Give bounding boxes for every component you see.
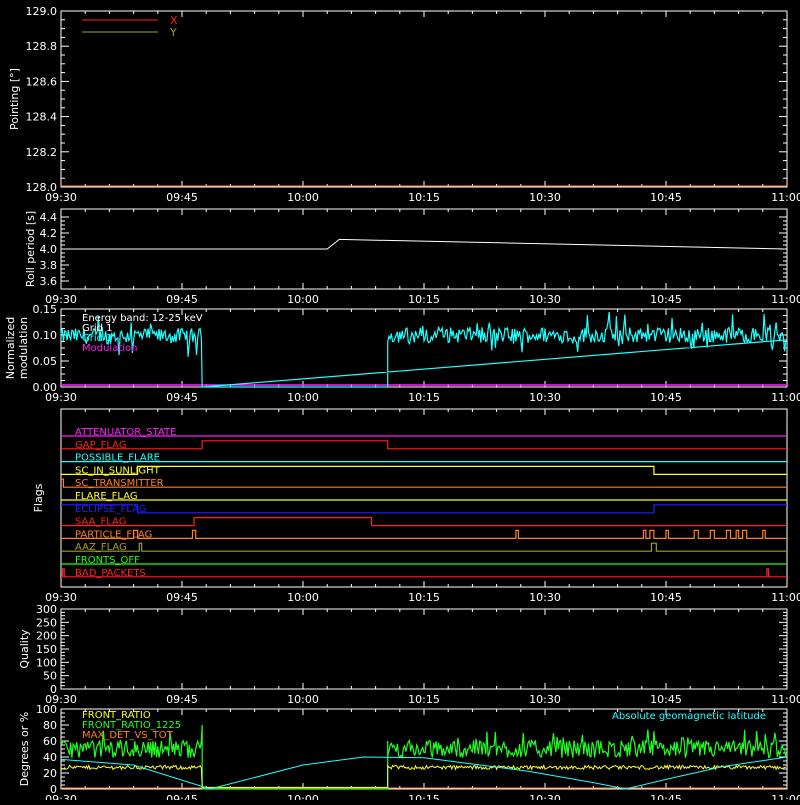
ratios-ytick-label: 0 <box>50 783 57 796</box>
flags-xtick-label: 10:30 <box>529 591 561 604</box>
quality-xtick-label: 09:45 <box>166 693 198 706</box>
flags-xtick-label: 10:45 <box>650 591 682 604</box>
pointing-ytick-label: 128.6 <box>26 75 58 88</box>
pointing-xtick-label: 10:15 <box>408 191 440 204</box>
flags-xtick-label: 09:45 <box>166 591 198 604</box>
quality-ytick-label: 300 <box>36 603 57 616</box>
roll-xtick-label: 10:45 <box>650 293 682 306</box>
ratios-xtick-label: 10:30 <box>529 793 561 800</box>
quality-frame <box>60 608 788 690</box>
quality-ytick-label: 50 <box>43 670 57 683</box>
modulation-ytick-label: 0.05 <box>33 355 58 368</box>
flag-line-sc-in-sunlight <box>61 465 787 475</box>
pointing-ytick-label: 129.0 <box>26 5 58 18</box>
flag-line-particle-flag <box>61 529 787 539</box>
flag-line-aaz-flag <box>61 542 787 552</box>
ratios-legend-2: MAX_DET_VS_TOT <box>82 730 174 741</box>
quality-xtick-label: 10:00 <box>287 693 319 706</box>
modulation-ytick-label: 0.15 <box>33 303 58 316</box>
flag-label-particle-flag: PARTICLE_FLAG <box>75 529 152 540</box>
ratios-xtick-label: 09:45 <box>166 793 198 800</box>
flag-label-sc-transmitter: SC_TRANSMITTER <box>75 478 164 489</box>
quality-xtick-label: 10:15 <box>408 693 440 706</box>
quality-ytick-label: 200 <box>36 630 57 643</box>
flag-label-aaz-flag: AAZ_FLAG <box>75 542 127 553</box>
flag-line-gap-flag <box>61 440 787 450</box>
modulation-xtick-label: 10:00 <box>287 391 319 404</box>
modulation-xtick-label: 10:30 <box>529 391 561 404</box>
flag-label-saa-flag: SAA_FLAG <box>75 517 126 528</box>
flag-line-saa-flag <box>61 517 787 527</box>
flag-label-sc-in-sunlight: SC_IN_SUNLIGHT <box>75 465 161 476</box>
pointing-ytick-label: 128.2 <box>26 146 58 159</box>
flags-xtick-label: 11:00 <box>771 591 800 604</box>
ratios-ytick-label: 80 <box>43 719 57 732</box>
pointing-xtick-label: 10:00 <box>287 191 319 204</box>
flag-label-gap-flag: GAP_FLAG <box>75 440 127 451</box>
pointing-xtick-label: 10:45 <box>650 191 682 204</box>
pointing-xtick-label: 10:30 <box>529 191 561 204</box>
quality-ylabel: Quality <box>18 629 31 669</box>
roll-ytick-label: 4.0 <box>40 243 58 256</box>
roll-xtick-label: 09:45 <box>166 293 198 306</box>
roll-xtick-label: 10:30 <box>529 293 561 306</box>
roll-xtick-label: 10:00 <box>287 293 319 306</box>
ratios-xtick-label: 10:15 <box>408 793 440 800</box>
quality-xtick-label: 10:45 <box>650 693 682 706</box>
flag-label-attenuator-state: ATTENUATOR_STATE <box>75 427 176 438</box>
ratios-xtick-label: 10:45 <box>650 793 682 800</box>
ratios-ytick-label: 40 <box>43 751 57 764</box>
roll-ytick-label: 4.4 <box>40 211 58 224</box>
modulation-xtick-label: 10:15 <box>408 391 440 404</box>
modulation-ytick-label: 0.10 <box>33 329 58 342</box>
quality-xtick-label: 10:30 <box>529 693 561 706</box>
ratios-ytick-label: 20 <box>43 767 57 780</box>
flag-label-flare-flag: FLARE_FLAG <box>75 491 138 502</box>
ratios-xtick-label: 10:00 <box>287 793 319 800</box>
flag-label-bad-packets: BAD_PACKETS <box>75 568 146 579</box>
hessi-summary-plot: 09:30 09:45 10:00 10:15 10:30 10:45 11:00 128.0… <box>0 0 800 805</box>
flag-line-sc-transmitter <box>61 478 787 488</box>
flags-xtick-label: 10:00 <box>287 591 319 604</box>
modulation-xtick-label: 09:45 <box>166 391 198 404</box>
quality-ytick-label: 100 <box>36 656 57 669</box>
pointing-xtick-label: 11:00 <box>771 191 800 204</box>
flag-label-eclipse-flag: ECLIPSE_FLAG <box>75 504 146 515</box>
modulation-ytick-label: 0.00 <box>33 381 58 394</box>
pointing-ytick-label: 128.0 <box>26 181 58 194</box>
modulation-ylabel-2: modulation <box>17 317 30 379</box>
modulation-annotation-3: Modulation <box>82 343 138 354</box>
ratios-xtick-label: 11:00 <box>771 793 800 800</box>
roll-ylabel: Roll period [s] <box>24 211 37 287</box>
ratios-ylabel: Degrees or % <box>18 712 31 786</box>
quality-xtick-label: 11:00 <box>771 693 800 706</box>
quality-ytick-label: 250 <box>36 616 57 629</box>
ratios-ytick-label: 60 <box>43 735 57 748</box>
roll-xtick-label: 10:15 <box>408 293 440 306</box>
modulation-xtick-label: 10:45 <box>650 391 682 404</box>
roll-ytick-label: 4.2 <box>40 227 58 240</box>
roll-ytick-label: 3.6 <box>40 275 58 288</box>
flag-line-eclipse-flag <box>61 504 787 514</box>
modulation-xtick-label: 11:00 <box>771 391 800 404</box>
pointing-ytick-label: 128.8 <box>26 40 58 53</box>
flags-xtick-label: 10:15 <box>408 591 440 604</box>
ratios-ytick-label: 100 <box>36 703 57 716</box>
roll-xtick-label: 11:00 <box>771 293 800 306</box>
roll-period-line <box>61 238 788 250</box>
pointing-ytick-label: 128.4 <box>26 111 58 124</box>
quality-ytick-label: 0 <box>50 683 57 696</box>
summary-chart: 09:30 09:45 10:00 10:15 10:30 10:45 11:00128.0… <box>4 5 800 805</box>
flag-line-bad-packets <box>61 568 787 578</box>
flag-label-fronts-off: FRONTS_OFF <box>75 555 140 566</box>
flags-ylabel: Flags <box>32 483 45 512</box>
ratios-legend-latitude: Absolute geomagnetic latitude <box>612 711 766 722</box>
flag-label-possible-flare: POSSIBLE_FLARE <box>75 453 160 464</box>
pointing-ylabel: Pointing [°] <box>8 68 21 130</box>
quality-ytick-label: 150 <box>36 643 57 656</box>
roll-ytick-label: 3.8 <box>40 259 58 272</box>
pointing-legend-y: Y <box>169 26 177 39</box>
pointing-xtick-label: 09:45 <box>166 191 198 204</box>
modulation-ylabel-1: Normalized <box>4 317 17 379</box>
